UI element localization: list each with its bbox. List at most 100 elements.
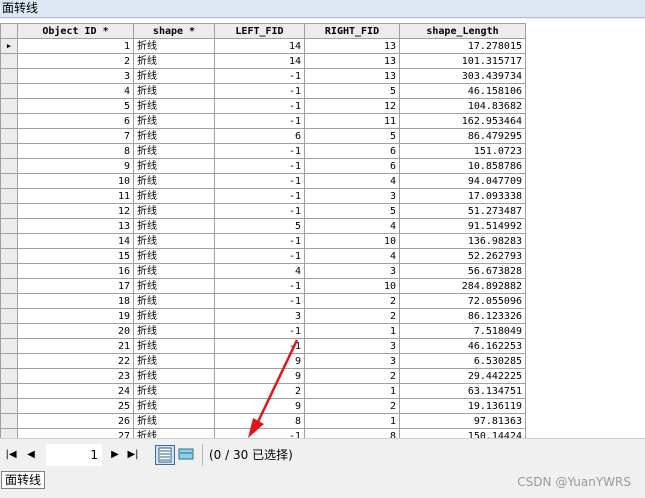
table-row[interactable]: 19 折线 3 2 86.123326 [0, 308, 526, 324]
cell-shape-length[interactable]: 162.953464 [399, 113, 526, 129]
show-all-records-button[interactable] [155, 445, 175, 465]
table-row[interactable]: 6 折线 -1 11 162.953464 [0, 113, 526, 129]
row-selector[interactable] [0, 308, 18, 324]
table-row[interactable]: 27 折线 -1 8 150.14424 [0, 428, 526, 438]
cell-left-fid[interactable]: 4 [214, 263, 305, 279]
cell-right-fid[interactable]: 13 [304, 68, 400, 84]
cell-right-fid[interactable]: 6 [304, 143, 400, 159]
cell-object-id[interactable]: 1 [17, 38, 134, 54]
column-header-right-fid[interactable]: RIGHT_FID [304, 23, 400, 39]
cell-shape[interactable]: 折线 [133, 233, 215, 249]
cell-left-fid[interactable]: 14 [214, 53, 305, 69]
row-selector[interactable] [0, 233, 18, 249]
cell-shape-length[interactable]: 151.0723 [399, 143, 526, 159]
row-selector[interactable] [0, 368, 18, 384]
table-row[interactable]: 20 折线 -1 1 7.518049 [0, 323, 526, 339]
cell-object-id[interactable]: 12 [17, 203, 134, 219]
current-record-input[interactable]: 1 [46, 444, 102, 466]
cell-object-id[interactable]: 15 [17, 248, 134, 264]
cell-object-id[interactable]: 17 [17, 278, 134, 294]
cell-left-fid[interactable]: -1 [214, 113, 305, 129]
row-selector[interactable] [0, 383, 18, 399]
cell-object-id[interactable]: 11 [17, 188, 134, 204]
cell-shape[interactable]: 折线 [133, 218, 215, 234]
cell-shape[interactable]: 折线 [133, 293, 215, 309]
row-selector[interactable] [0, 248, 18, 264]
attribute-table[interactable]: Object ID * shape * LEFT_FID RIGHT_FID s… [0, 19, 645, 438]
cell-object-id[interactable]: 24 [17, 383, 134, 399]
cell-right-fid[interactable]: 11 [304, 113, 400, 129]
cell-object-id[interactable]: 18 [17, 293, 134, 309]
cell-left-fid[interactable]: -1 [214, 248, 305, 264]
cell-right-fid[interactable]: 3 [304, 353, 400, 369]
cell-shape-length[interactable]: 10.858786 [399, 158, 526, 174]
cell-object-id[interactable]: 5 [17, 98, 134, 114]
cell-object-id[interactable]: 13 [17, 218, 134, 234]
cell-right-fid[interactable]: 2 [304, 398, 400, 414]
cell-shape-length[interactable]: 46.158106 [399, 83, 526, 99]
cell-object-id[interactable]: 4 [17, 83, 134, 99]
cell-object-id[interactable]: 22 [17, 353, 134, 369]
row-selector[interactable] [0, 263, 18, 279]
cell-left-fid[interactable]: 14 [214, 38, 305, 54]
row-selector[interactable] [0, 338, 18, 354]
table-row[interactable]: 4 折线 -1 5 46.158106 [0, 83, 526, 99]
row-selector[interactable] [0, 278, 18, 294]
cell-shape[interactable]: 折线 [133, 83, 215, 99]
cell-shape[interactable]: 折线 [133, 278, 215, 294]
table-row[interactable]: ▶ 1 折线 14 13 17.278015 [0, 38, 526, 54]
cell-shape-length[interactable]: 86.479295 [399, 128, 526, 144]
cell-object-id[interactable]: 8 [17, 143, 134, 159]
cell-shape[interactable]: 折线 [133, 188, 215, 204]
row-selector[interactable] [0, 398, 18, 414]
table-row[interactable]: 24 折线 2 1 63.134751 [0, 383, 526, 399]
table-row[interactable]: 7 折线 6 5 86.479295 [0, 128, 526, 144]
first-record-button[interactable]: |◀ [4, 448, 18, 462]
cell-shape-length[interactable]: 17.093338 [399, 188, 526, 204]
corner-cell[interactable] [0, 23, 18, 39]
cell-left-fid[interactable]: -1 [214, 278, 305, 294]
row-selector[interactable] [0, 53, 18, 69]
cell-right-fid[interactable]: 4 [304, 173, 400, 189]
cell-shape-length[interactable]: 56.673828 [399, 263, 526, 279]
row-selector[interactable] [0, 68, 18, 84]
row-selector[interactable] [0, 113, 18, 129]
cell-left-fid[interactable]: -1 [214, 338, 305, 354]
cell-right-fid[interactable]: 2 [304, 368, 400, 384]
cell-shape-length[interactable]: 7.518049 [399, 323, 526, 339]
cell-left-fid[interactable]: -1 [214, 158, 305, 174]
cell-left-fid[interactable]: 6 [214, 128, 305, 144]
cell-shape[interactable]: 折线 [133, 338, 215, 354]
cell-right-fid[interactable]: 3 [304, 263, 400, 279]
table-row[interactable]: 10 折线 -1 4 94.047709 [0, 173, 526, 189]
cell-shape[interactable]: 折线 [133, 113, 215, 129]
cell-shape-length[interactable]: 101.315717 [399, 53, 526, 69]
cell-shape-length[interactable]: 136.98283 [399, 233, 526, 249]
row-selector[interactable] [0, 428, 18, 438]
cell-right-fid[interactable]: 13 [304, 53, 400, 69]
table-row[interactable]: 8 折线 -1 6 151.0723 [0, 143, 526, 159]
cell-right-fid[interactable]: 5 [304, 203, 400, 219]
row-selector[interactable] [0, 143, 18, 159]
table-row[interactable]: 25 折线 9 2 19.136119 [0, 398, 526, 414]
cell-right-fid[interactable]: 10 [304, 233, 400, 249]
last-record-button[interactable]: ▶| [126, 448, 140, 462]
row-selector[interactable] [0, 203, 18, 219]
table-row[interactable]: 12 折线 -1 5 51.273487 [0, 203, 526, 219]
cell-left-fid[interactable]: -1 [214, 428, 305, 438]
cell-left-fid[interactable]: 5 [214, 218, 305, 234]
table-row[interactable]: 15 折线 -1 4 52.262793 [0, 248, 526, 264]
cell-right-fid[interactable]: 10 [304, 278, 400, 294]
cell-left-fid[interactable]: -1 [214, 173, 305, 189]
table-row[interactable]: 16 折线 4 3 56.673828 [0, 263, 526, 279]
cell-left-fid[interactable]: 3 [214, 308, 305, 324]
tab-mianzhuanxian[interactable]: 面转线 [1, 471, 46, 489]
show-selected-records-button[interactable] [177, 445, 197, 465]
cell-shape-length[interactable]: 29.442225 [399, 368, 526, 384]
cell-left-fid[interactable]: -1 [214, 68, 305, 84]
table-row[interactable]: 14 折线 -1 10 136.98283 [0, 233, 526, 249]
cell-shape-length[interactable]: 72.055096 [399, 293, 526, 309]
cell-right-fid[interactable]: 13 [304, 38, 400, 54]
previous-record-button[interactable]: ◀ [24, 448, 38, 462]
row-selector[interactable] [0, 173, 18, 189]
